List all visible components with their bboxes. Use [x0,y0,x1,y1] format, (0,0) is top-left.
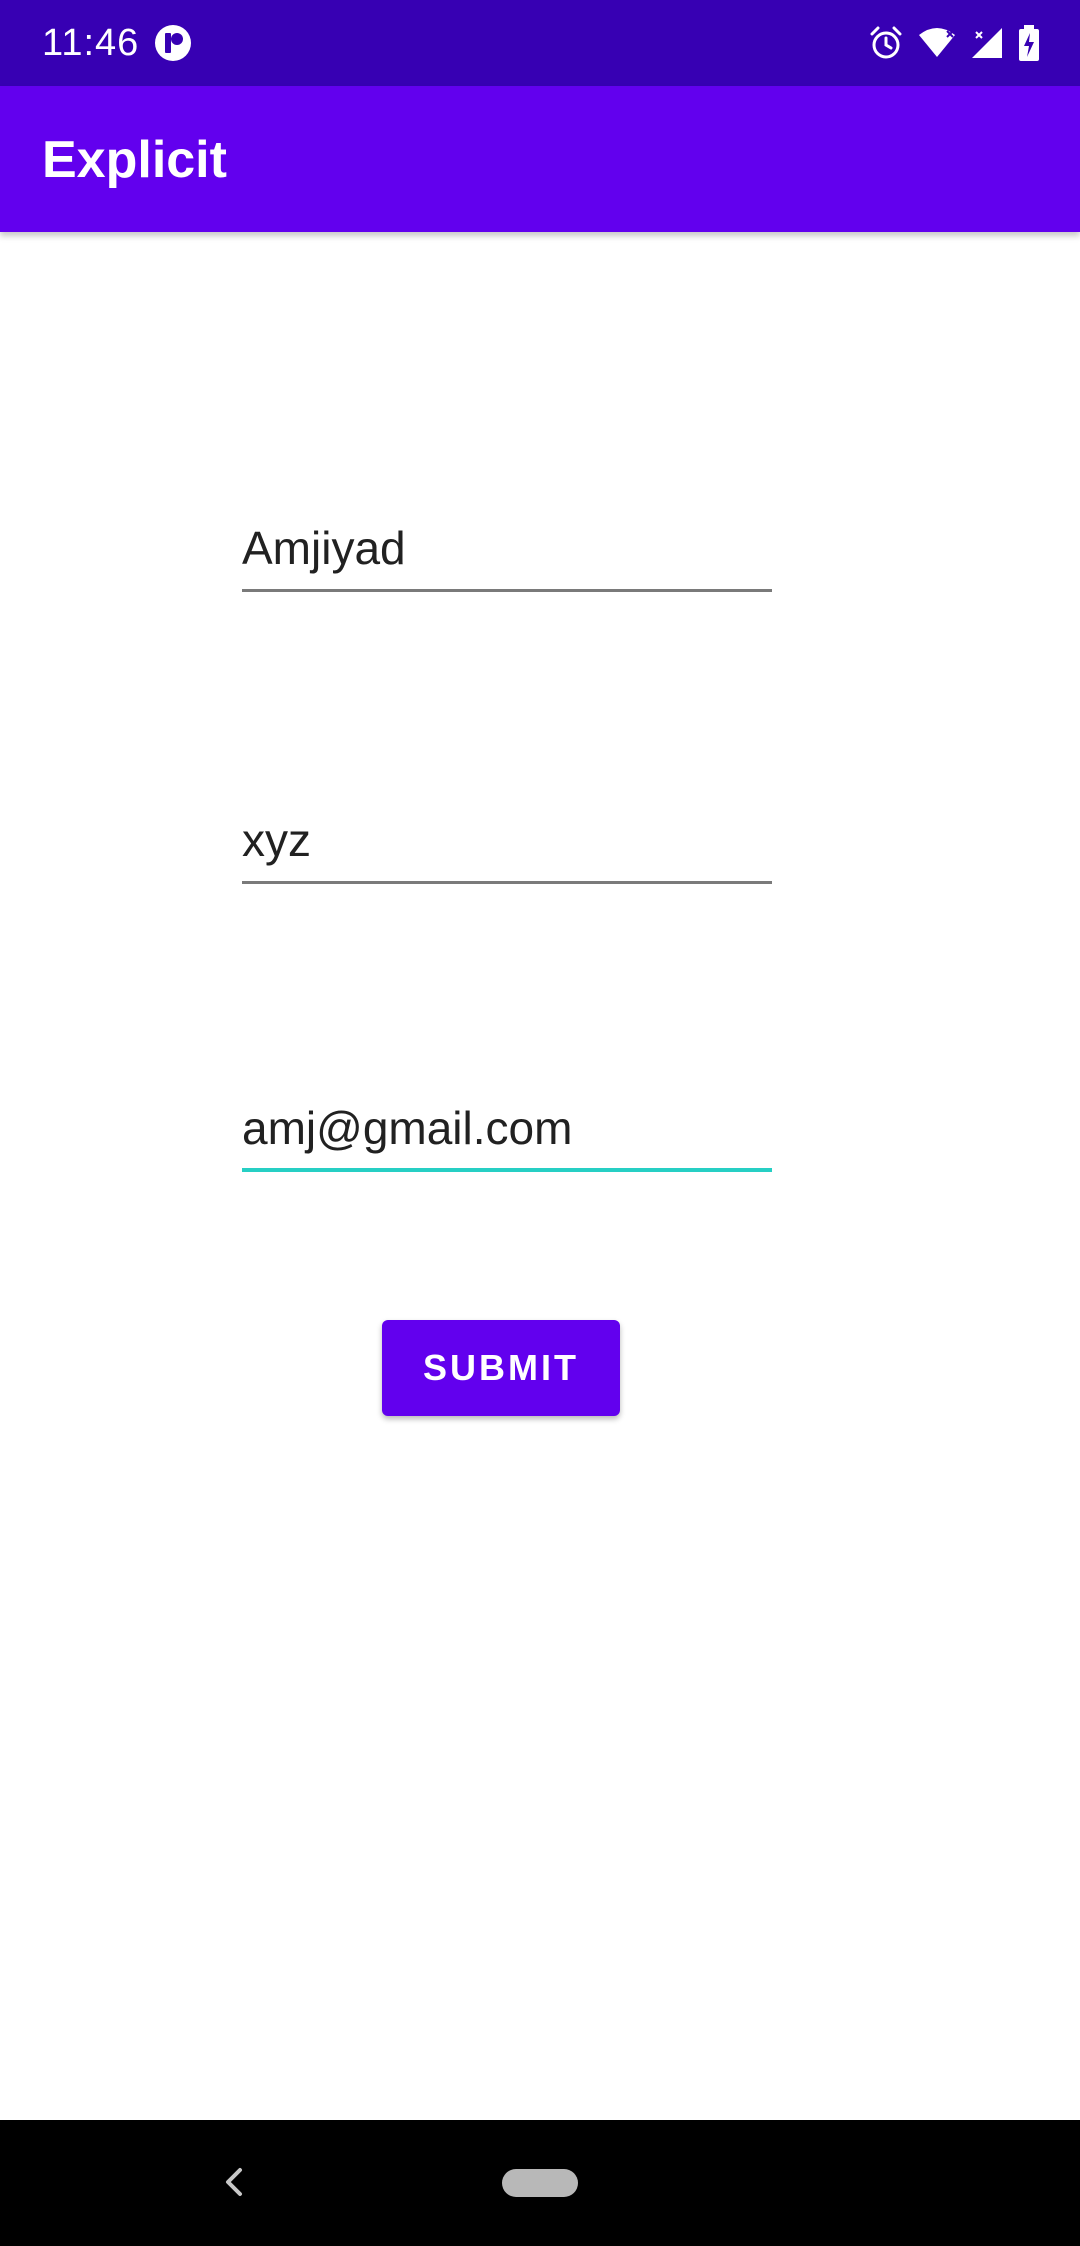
second-field[interactable] [242,784,772,884]
second-input[interactable] [242,810,772,870]
email-field-underline [242,1168,772,1172]
navigation-bar [0,2120,1080,2246]
battery-charging-icon [1018,25,1040,61]
wifi-icon [918,27,956,59]
email-field[interactable] [242,1072,772,1172]
signal-icon [970,26,1004,60]
status-icons [868,24,1040,62]
app-bar: Explicit [0,86,1080,232]
back-icon[interactable] [218,2162,250,2202]
email-input[interactable] [242,1098,772,1158]
second-field-underline [242,881,772,884]
status-bar: 11:46 [0,0,1080,86]
name-input[interactable] [242,518,772,578]
submit-button[interactable]: SUBMIT [382,1320,620,1416]
alarm-icon [868,25,904,61]
app-title: Explicit [42,131,227,189]
name-field[interactable] [242,492,772,592]
home-pill-icon[interactable] [502,2169,578,2197]
app-notification-icon [154,24,192,62]
status-time: 11:46 [42,22,140,64]
name-field-underline [242,589,772,592]
